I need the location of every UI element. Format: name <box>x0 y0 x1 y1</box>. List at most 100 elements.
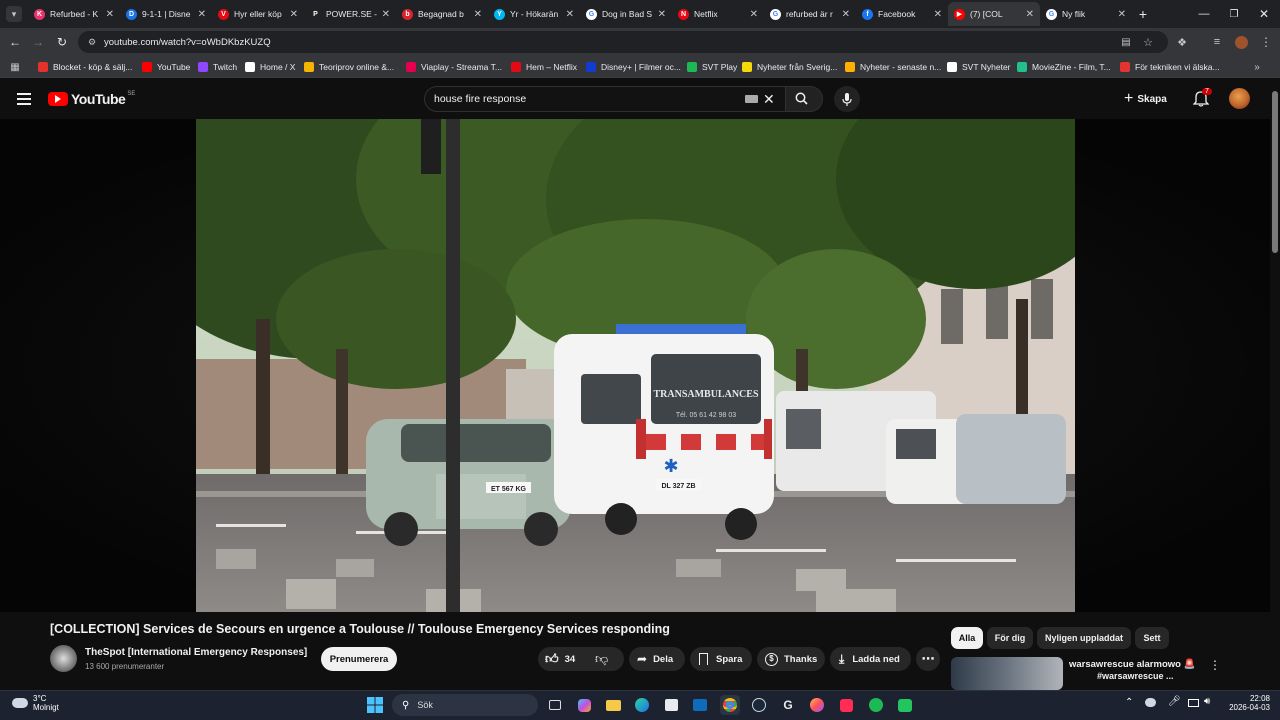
hamburger-menu-icon[interactable] <box>17 93 31 105</box>
bookmark-item[interactable]: SVT Nyheter <box>947 59 1011 75</box>
voice-search-button[interactable] <box>834 86 860 112</box>
download-button[interactable]: ⤓ Ladda ned <box>830 647 911 671</box>
filter-chip[interactable]: Alla <box>951 627 983 649</box>
tab-close-icon[interactable]: ✕ <box>106 9 114 20</box>
keyboard-icon[interactable] <box>745 95 758 103</box>
tab-close-icon[interactable]: ✕ <box>934 9 942 20</box>
bookmark-star-icon[interactable]: ☆ <box>1140 34 1156 50</box>
recommendation-thumbnail[interactable] <box>951 657 1063 690</box>
browser-tab[interactable]: G Dog in Bad S ✕ <box>580 2 672 26</box>
site-info-icon[interactable]: ⚙ <box>84 34 100 50</box>
tab-close-icon[interactable]: ✕ <box>566 9 574 20</box>
thanks-button[interactable]: $ Thanks <box>757 647 825 671</box>
scrollbar-thumb[interactable] <box>1272 91 1278 253</box>
subscribe-button[interactable]: Prenumerera <box>321 647 397 671</box>
tab-close-icon[interactable]: ✕ <box>750 9 758 20</box>
filter-chip[interactable]: För dig <box>987 627 1033 649</box>
forward-icon[interactable]: → <box>30 34 46 50</box>
share-button[interactable]: ➦ Dela <box>629 647 685 671</box>
browser-tab[interactable]: K Refurbed - K ✕ <box>28 2 120 26</box>
restore-icon[interactable]: ❐ <box>1226 6 1242 22</box>
outlook-icon[interactable] <box>690 695 710 715</box>
browser-tab[interactable]: V Hyr eller köp ✕ <box>212 2 304 26</box>
browser-tab[interactable]: f Facebook ✕ <box>856 2 948 26</box>
task-view-icon[interactable] <box>545 695 565 715</box>
dislike-button[interactable]: 👎︎ <box>595 651 608 667</box>
browser-tab[interactable]: Y Yr - Hökarän ✕ <box>488 2 580 26</box>
profile-avatar[interactable] <box>1235 36 1248 49</box>
tab-close-icon[interactable]: ✕ <box>382 9 390 20</box>
tab-close-icon[interactable]: ✕ <box>290 9 298 20</box>
close-window-icon[interactable]: ✕ <box>1256 6 1272 22</box>
browser-tab[interactable]: ▶ (7) [COL ✕ <box>948 2 1040 26</box>
tab-close-icon[interactable]: ✕ <box>1118 9 1126 20</box>
browser-tab[interactable]: N Netflix ✕ <box>672 2 764 26</box>
start-button[interactable] <box>365 695 385 715</box>
new-tab-icon[interactable]: + <box>1135 6 1151 22</box>
tab-close-icon[interactable]: ✕ <box>474 9 482 20</box>
clock[interactable]: 22:08 2026-04-03 <box>1224 694 1270 712</box>
edge-icon[interactable] <box>632 695 652 715</box>
channel-name[interactable]: TheSpot [International Emergency Respons… <box>85 647 307 658</box>
bookmark-item[interactable]: Hem – Netflix <box>511 59 577 75</box>
bookmark-item[interactable]: Twitch <box>198 59 237 75</box>
volume-tray-icon[interactable]: 🔊︎ <box>1204 696 1210 707</box>
page-scrollbar[interactable] <box>1270 79 1280 690</box>
reading-list-icon[interactable]: ≡ <box>1209 34 1225 50</box>
tab-search-icon[interactable]: ▾ <box>6 6 22 22</box>
minimize-icon[interactable]: — <box>1196 6 1212 22</box>
save-button[interactable]: Spara <box>690 647 752 671</box>
app-g-icon[interactable]: G <box>778 695 798 715</box>
bookmark-item[interactable]: YouTube <box>142 59 190 75</box>
network-tray-icon[interactable] <box>1145 698 1156 707</box>
like-button[interactable]: 👍︎ 34 <box>545 651 575 667</box>
bookmark-item[interactable]: SVT Play <box>687 59 737 75</box>
reload-icon[interactable]: ↻ <box>54 34 70 50</box>
chrome-menu-icon[interactable]: ⋮ <box>1258 34 1274 50</box>
apps-grid-icon[interactable]: ▦ <box>7 59 23 75</box>
bookmark-item[interactable]: Nyheter från Sverig... <box>742 59 837 75</box>
back-icon[interactable]: ← <box>7 34 23 50</box>
bookmark-item[interactable]: För tekniken vi älska... <box>1120 59 1220 75</box>
create-button[interactable]: + Skapa <box>1124 89 1167 109</box>
tiktok-icon[interactable] <box>836 695 856 715</box>
mic-tray-icon[interactable]: 🎤︎ <box>1168 696 1181 707</box>
copilot-icon[interactable] <box>574 695 594 715</box>
bookmark-item[interactable]: Home / X <box>245 59 295 75</box>
tab-close-icon[interactable]: ✕ <box>1026 9 1034 20</box>
chrome-icon[interactable] <box>720 695 740 715</box>
browser-tab[interactable]: P POWER.SE - ✕ <box>304 2 396 26</box>
browser-tab[interactable]: b Begagnad b ✕ <box>396 2 488 26</box>
filter-chip[interactable]: Sett <box>1135 627 1169 649</box>
browser-tab[interactable]: D 9-1-1 | Disne ✕ <box>120 2 212 26</box>
recommendation-title[interactable]: warsawrescue alarmowo 🚨 <box>1069 659 1195 670</box>
account-avatar[interactable] <box>1229 88 1250 109</box>
file-explorer-icon[interactable] <box>603 695 623 715</box>
video-frame[interactable]: ET 567 KG TRANSAMBULANCES Tél. 05 61 42 … <box>196 119 1075 612</box>
spotify-icon[interactable] <box>866 695 886 715</box>
more-actions-button[interactable]: ⋯ <box>916 647 940 671</box>
bookmark-item[interactable]: Viaplay - Streama T... <box>406 59 502 75</box>
weather-widget[interactable]: 3°C Molnigt <box>12 694 59 712</box>
cast-icon[interactable]: ▤ <box>1118 34 1134 50</box>
extensions-icon[interactable]: ❖ <box>1174 34 1190 50</box>
bookmark-item[interactable]: Nyheter - senaste n... <box>845 59 941 75</box>
tab-close-icon[interactable]: ✕ <box>842 9 850 20</box>
bookmark-item[interactable]: Disney+ | Filmer oc... <box>586 59 681 75</box>
xbox-app-icon[interactable] <box>895 695 915 715</box>
notifications-button[interactable]: 7 <box>1192 88 1212 108</box>
channel-avatar[interactable] <box>50 645 77 672</box>
bookmark-item[interactable]: Blocket - köp & sälj... <box>38 59 132 75</box>
tab-close-icon[interactable]: ✕ <box>658 9 666 20</box>
steam-icon[interactable] <box>749 695 769 715</box>
firefox-icon[interactable] <box>807 695 827 715</box>
bookmark-item[interactable]: Teoriprov online &... <box>304 59 394 75</box>
youtube-logo[interactable]: YouTube SE <box>48 91 135 107</box>
browser-tab[interactable]: G Ny flik ✕ <box>1040 2 1132 26</box>
recommendation-menu-icon[interactable]: ⋮ <box>1209 658 1221 672</box>
clear-search-icon[interactable]: ✕ <box>763 91 775 108</box>
bookmarks-overflow-icon[interactable]: » <box>1249 59 1265 75</box>
tray-overflow-icon[interactable]: ⌃ <box>1125 697 1133 708</box>
filter-chip[interactable]: Nyligen uppladdat <box>1037 627 1131 649</box>
store-icon[interactable] <box>661 695 681 715</box>
